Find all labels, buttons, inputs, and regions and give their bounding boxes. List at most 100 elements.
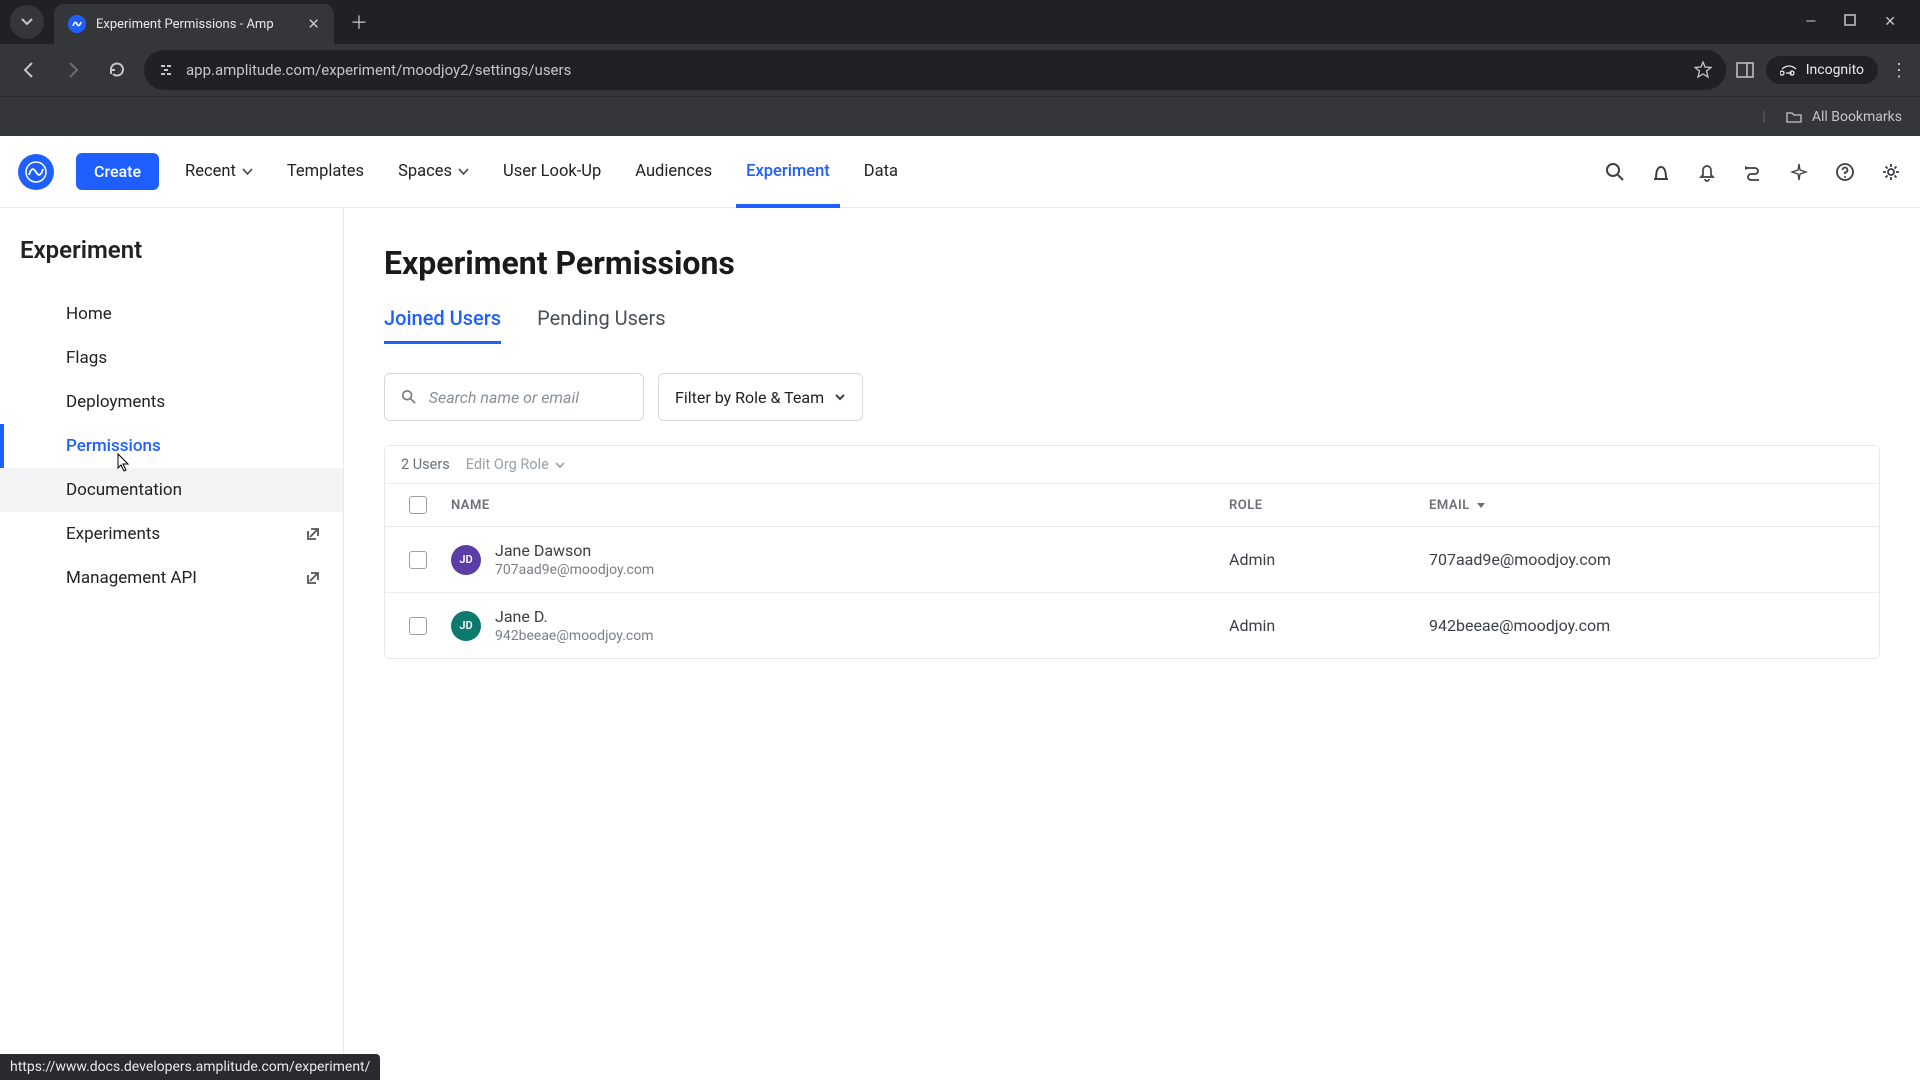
sort-desc-icon	[1476, 500, 1486, 510]
select-all-checkbox[interactable]	[409, 496, 427, 514]
back-button[interactable]	[12, 53, 46, 87]
incognito-icon	[1780, 63, 1798, 77]
col-role[interactable]: ROLE	[1229, 498, 1429, 513]
toolbar-row: app.amplitude.com/experiment/moodjoy2/se…	[0, 44, 1920, 96]
help-icon[interactable]	[1834, 161, 1856, 183]
sidebar-item-label: Documentation	[66, 480, 182, 500]
url-text: app.amplitude.com/experiment/moodjoy2/se…	[186, 61, 1682, 79]
chevron-down-icon	[21, 16, 33, 28]
page-title: Experiment Permissions	[384, 244, 1880, 282]
edit-org-role-dropdown[interactable]: Edit Org Role	[466, 456, 565, 473]
user-subemail: 707aad9e@moodjoy.com	[495, 562, 654, 578]
content-tabs: Joined Users Pending Users	[384, 306, 1880, 345]
search-icon[interactable]	[1604, 161, 1626, 183]
user-count: 2 Users	[401, 456, 450, 473]
chevron-down-icon	[834, 391, 846, 403]
address-bar[interactable]: app.amplitude.com/experiment/moodjoy2/se…	[144, 50, 1726, 90]
window-close-icon[interactable]: ✕	[1884, 14, 1896, 30]
row-checkbox[interactable]	[409, 551, 427, 569]
browser-chrome: Experiment Permissions - Amp ✕ ＋ — ✕ app…	[0, 0, 1920, 136]
maximize-icon[interactable]	[1844, 14, 1856, 30]
sidebar: Experiment Home Flags Deployments Permissio…	[0, 208, 344, 1080]
sidebar-item-label: Flags	[66, 348, 107, 368]
browser-tab[interactable]: Experiment Permissions - Amp ✕	[54, 4, 334, 44]
search-icon	[401, 388, 417, 406]
sidebar-item-permissions[interactable]: Permissions	[0, 424, 343, 468]
minimize-icon[interactable]: —	[1805, 14, 1816, 30]
user-subemail: 942beeae@moodjoy.com	[495, 628, 653, 644]
user-role: Admin	[1229, 616, 1429, 635]
bell-icon[interactable]	[1696, 161, 1718, 183]
chevron-down-icon	[458, 166, 469, 177]
tab-search-button[interactable]	[10, 5, 44, 39]
col-email[interactable]: EMAIL	[1429, 498, 1869, 513]
side-panel-icon[interactable]	[1736, 61, 1754, 79]
users-table: 2 Users Edit Org Role NAME ROLE EMAIL JD	[384, 445, 1880, 659]
nav-item-data[interactable]: Data	[860, 162, 902, 181]
folder-icon	[1786, 109, 1802, 125]
nav-item-recent[interactable]: Recent	[181, 162, 257, 181]
tab-pending-users[interactable]: Pending Users	[537, 306, 666, 344]
create-button[interactable]: Create	[76, 153, 159, 190]
sidebar-item-label: Permissions	[66, 436, 161, 456]
user-name: Jane D.	[495, 607, 653, 626]
nav-item-audiences[interactable]: Audiences	[631, 162, 716, 181]
incognito-label: Incognito	[1806, 62, 1864, 78]
header-nav: Recent Templates Spaces User Look-Up Audienc…	[181, 162, 902, 181]
user-email: 942beeae@moodjoy.com	[1429, 616, 1869, 635]
chevron-down-icon	[555, 460, 565, 470]
close-icon[interactable]: ✕	[307, 15, 320, 33]
sparkle-icon[interactable]	[1788, 161, 1810, 183]
sidebar-item-flags[interactable]: Flags	[0, 336, 343, 380]
activity-icon[interactable]	[1650, 161, 1672, 183]
sidebar-item-label: Deployments	[66, 392, 165, 412]
app-root: Create Recent Templates Spaces User Look-Up…	[0, 136, 1920, 1080]
forward-button[interactable]	[56, 53, 90, 87]
nav-active-indicator	[736, 204, 840, 208]
filter-dropdown[interactable]: Filter by Role & Team	[658, 373, 863, 421]
table-header: NAME ROLE EMAIL	[385, 484, 1879, 527]
sidebar-item-documentation[interactable]: Documentation	[0, 468, 343, 512]
avatar: JD	[451, 545, 481, 575]
nav-item-user-look-up[interactable]: User Look-Up	[499, 162, 605, 181]
gear-icon[interactable]	[1880, 161, 1902, 183]
search-input[interactable]	[429, 388, 627, 407]
search-box[interactable]	[384, 373, 644, 421]
user-name: Jane Dawson	[495, 541, 654, 560]
route-icon[interactable]	[1742, 161, 1764, 183]
sidebar-item-experiments[interactable]: Experiments	[0, 512, 343, 556]
sidebar-title: Experiment	[0, 236, 343, 292]
reload-button[interactable]	[100, 53, 134, 87]
bookmarks-bar: | All Bookmarks	[0, 96, 1920, 136]
user-email: 707aad9e@moodjoy.com	[1429, 550, 1869, 569]
browser-status-bar: https://www.docs.developers.amplitude.co…	[0, 1054, 380, 1080]
sidebar-item-management-api[interactable]: Management API	[0, 556, 343, 600]
nav-item-templates[interactable]: Templates	[283, 162, 368, 181]
tab-joined-users[interactable]: Joined Users	[384, 306, 501, 344]
row-checkbox[interactable]	[409, 617, 427, 635]
browser-menu-icon[interactable]: ⋮	[1890, 60, 1908, 81]
nav-item-spaces[interactable]: Spaces	[394, 162, 473, 181]
site-settings-icon[interactable]	[158, 62, 174, 78]
table-row[interactable]: JDJane D.942beeae@moodjoy.comAdmin942bee…	[385, 593, 1879, 658]
sidebar-item-label: Management API	[66, 568, 197, 588]
external-link-icon	[305, 526, 321, 542]
sidebar-item-label: Home	[66, 304, 112, 324]
table-summary-row: 2 Users Edit Org Role	[385, 446, 1879, 484]
window-controls: — ✕	[1805, 14, 1910, 30]
avatar: JD	[451, 611, 481, 641]
col-name[interactable]: NAME	[451, 498, 1229, 513]
external-link-icon	[305, 570, 321, 586]
table-row[interactable]: JDJane Dawson707aad9e@moodjoy.comAdmin70…	[385, 527, 1879, 593]
sidebar-item-home[interactable]: Home	[0, 292, 343, 336]
tab-title: Experiment Permissions - Amp	[96, 17, 297, 32]
amplitude-logo[interactable]	[18, 154, 54, 190]
all-bookmarks-link[interactable]: All Bookmarks	[1812, 109, 1902, 125]
bookmark-star-icon[interactable]	[1694, 61, 1712, 79]
sidebar-item-deployments[interactable]: Deployments	[0, 380, 343, 424]
incognito-indicator[interactable]: Incognito	[1766, 56, 1878, 84]
new-tab-button[interactable]: ＋	[344, 7, 374, 37]
filter-label: Filter by Role & Team	[675, 388, 824, 407]
nav-item-experiment[interactable]: Experiment	[742, 162, 834, 181]
main-content: Experiment Permissions Joined Users Pendi…	[344, 208, 1920, 1080]
